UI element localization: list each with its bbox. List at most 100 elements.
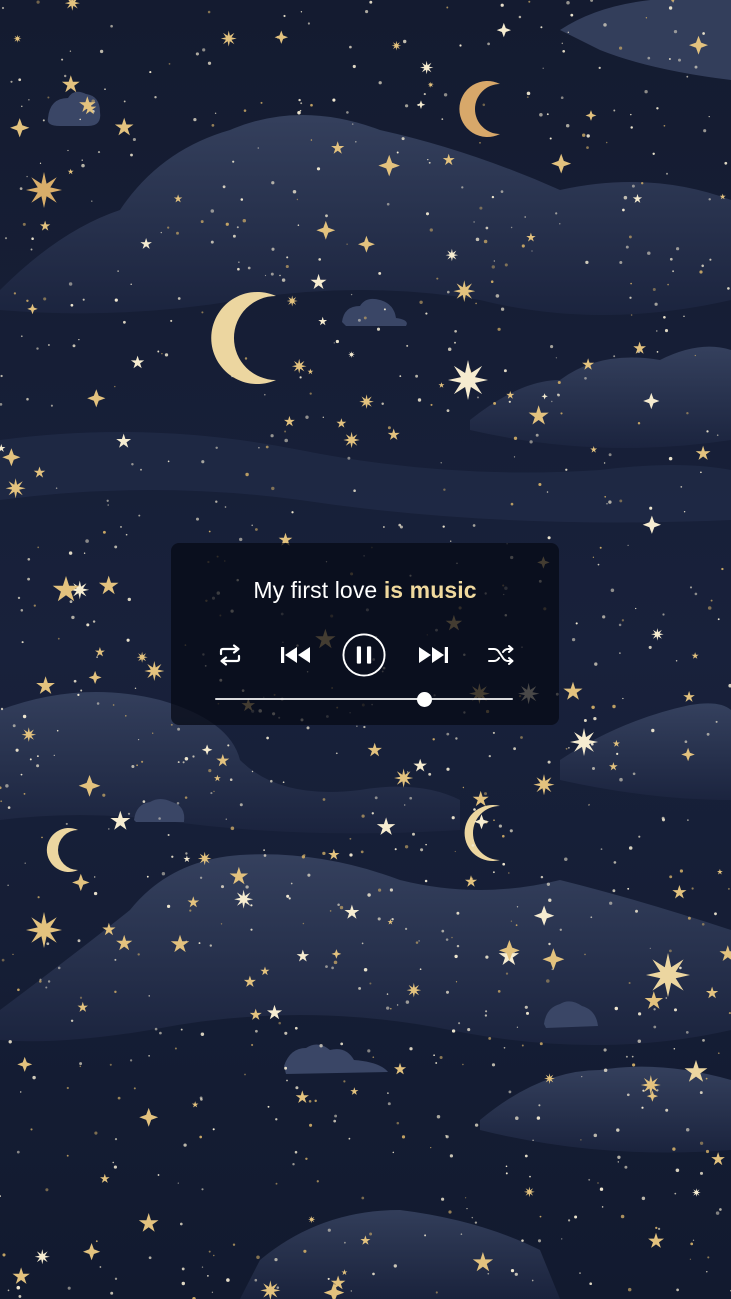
star-dot bbox=[701, 922, 705, 926]
star-dot bbox=[674, 1192, 677, 1195]
star-dot bbox=[538, 482, 542, 487]
star-dot bbox=[264, 274, 267, 277]
star-dot bbox=[487, 42, 490, 46]
star-dot bbox=[618, 623, 622, 627]
star-dot bbox=[456, 911, 460, 915]
star-dot bbox=[114, 990, 117, 994]
star-dot bbox=[680, 486, 683, 488]
star-dot bbox=[686, 75, 689, 78]
star-dot bbox=[239, 537, 243, 542]
star-dot bbox=[627, 1287, 632, 1292]
previous-button[interactable] bbox=[274, 633, 318, 677]
star-dot bbox=[392, 1151, 395, 1154]
star-dot bbox=[409, 1047, 413, 1051]
star-dot bbox=[628, 235, 632, 239]
star-dot bbox=[12, 724, 16, 728]
star-dot bbox=[584, 953, 586, 956]
star-dot bbox=[608, 500, 612, 504]
star-dot bbox=[214, 112, 217, 115]
star-dot bbox=[626, 1093, 630, 1097]
star-dot bbox=[699, 1141, 704, 1145]
star-dot bbox=[428, 161, 431, 164]
star-dot bbox=[597, 563, 600, 566]
star-dot bbox=[367, 1049, 371, 1053]
star-dot bbox=[245, 885, 249, 889]
star-dot bbox=[201, 311, 204, 314]
shuffle-button[interactable] bbox=[479, 633, 523, 677]
star bbox=[286, 295, 298, 307]
star-dot bbox=[297, 224, 300, 226]
star-dot bbox=[560, 96, 564, 100]
star-dot bbox=[92, 620, 96, 623]
star-dot bbox=[198, 942, 201, 945]
star-dot bbox=[702, 1039, 705, 1042]
star-dot bbox=[374, 796, 378, 800]
star-dot bbox=[586, 146, 589, 149]
pause-button[interactable] bbox=[342, 633, 386, 677]
star-dot bbox=[177, 1182, 179, 1184]
star-dot bbox=[8, 1040, 12, 1044]
star-dot bbox=[307, 22, 310, 25]
star-dot bbox=[365, 10, 369, 14]
star-dot bbox=[445, 990, 450, 994]
star-dot bbox=[270, 434, 274, 438]
star-dot bbox=[524, 1154, 528, 1158]
star-dot bbox=[500, 190, 504, 193]
star-dot bbox=[181, 1267, 185, 1271]
star-dot bbox=[17, 988, 20, 992]
star-dot bbox=[270, 779, 273, 783]
star-dot bbox=[460, 1233, 463, 1235]
star-dot bbox=[38, 980, 42, 983]
star-dot bbox=[546, 113, 549, 116]
star-dot bbox=[335, 752, 338, 755]
star-dot bbox=[369, 982, 372, 985]
star-dot bbox=[665, 997, 668, 999]
star-dot bbox=[425, 843, 427, 846]
star-dot bbox=[239, 803, 243, 807]
star-dot bbox=[407, 771, 409, 773]
star-dot bbox=[335, 339, 340, 344]
star-dot bbox=[207, 10, 211, 14]
star-dot bbox=[232, 160, 235, 163]
repeat-button[interactable] bbox=[208, 633, 252, 677]
star-dot bbox=[673, 1048, 676, 1050]
star-dot bbox=[303, 1249, 307, 1253]
star-dot bbox=[42, 119, 45, 122]
star-dot bbox=[686, 411, 689, 415]
star-dot bbox=[466, 1208, 468, 1210]
star-dot bbox=[378, 888, 382, 892]
star-dot bbox=[683, 315, 685, 317]
star-dot bbox=[46, 942, 50, 946]
next-button[interactable] bbox=[411, 633, 455, 677]
star-dot bbox=[137, 738, 140, 741]
star-dot bbox=[77, 939, 81, 943]
progress-thumb[interactable] bbox=[416, 692, 432, 707]
star-dot bbox=[613, 109, 616, 112]
star-dot bbox=[619, 260, 623, 265]
star-dot bbox=[70, 1019, 74, 1023]
star-dot bbox=[419, 968, 422, 971]
star-dot bbox=[616, 1128, 620, 1132]
star-dot bbox=[274, 1257, 278, 1262]
star-dot bbox=[555, 212, 558, 215]
star-dot bbox=[301, 855, 306, 859]
star bbox=[570, 728, 598, 756]
star-dot bbox=[329, 910, 332, 912]
star-dot bbox=[245, 472, 249, 477]
star-dot bbox=[443, 93, 448, 97]
star-dot bbox=[20, 609, 24, 612]
star-dot bbox=[462, 786, 465, 789]
star-dot bbox=[2, 1253, 6, 1257]
star-dot bbox=[240, 198, 244, 201]
star-dot bbox=[279, 274, 281, 277]
star-dot bbox=[518, 15, 522, 19]
playback-progress-slider[interactable] bbox=[215, 689, 513, 709]
star-dot bbox=[594, 662, 598, 666]
star bbox=[26, 172, 62, 208]
next-icon bbox=[419, 647, 448, 663]
star-dot bbox=[415, 374, 418, 378]
star-dot bbox=[4, 237, 8, 240]
star-dot bbox=[641, 182, 644, 185]
star bbox=[448, 360, 488, 400]
star-dot bbox=[284, 430, 287, 433]
